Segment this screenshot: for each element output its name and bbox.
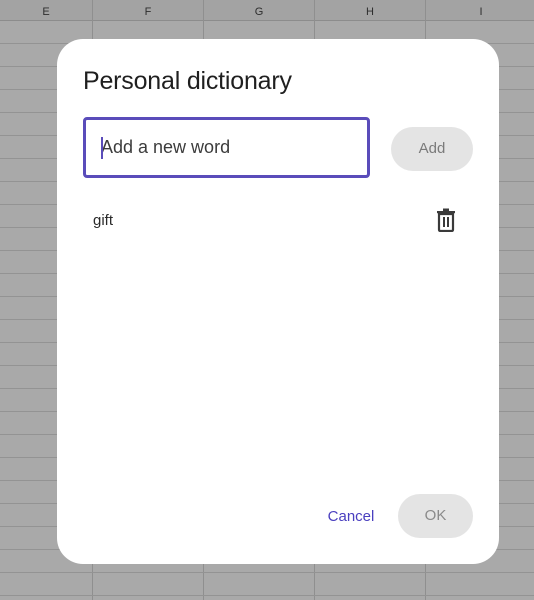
column-header-i[interactable]: I — [426, 0, 534, 20]
dialog-title: Personal dictionary — [83, 67, 292, 95]
add-button[interactable]: Add — [391, 127, 473, 171]
grid-row-line — [0, 572, 534, 573]
column-header-h[interactable]: H — [315, 0, 425, 20]
cancel-button[interactable]: Cancel — [319, 505, 383, 529]
dictionary-word-item: gift — [93, 212, 114, 229]
column-header-row: E F G H I — [0, 0, 534, 21]
personal-dictionary-dialog: Personal dictionary Add gift Cancel OK — [57, 39, 499, 564]
ok-button[interactable]: OK — [398, 494, 473, 538]
new-word-field[interactable] — [83, 117, 370, 178]
column-header-f[interactable]: F — [93, 0, 203, 20]
column-header-g[interactable]: G — [204, 0, 314, 20]
text-cursor — [101, 137, 103, 159]
trash-icon[interactable] — [435, 208, 457, 233]
column-header-e[interactable]: E — [0, 0, 92, 20]
new-word-input[interactable] — [86, 120, 367, 175]
grid-row-line — [0, 595, 534, 596]
